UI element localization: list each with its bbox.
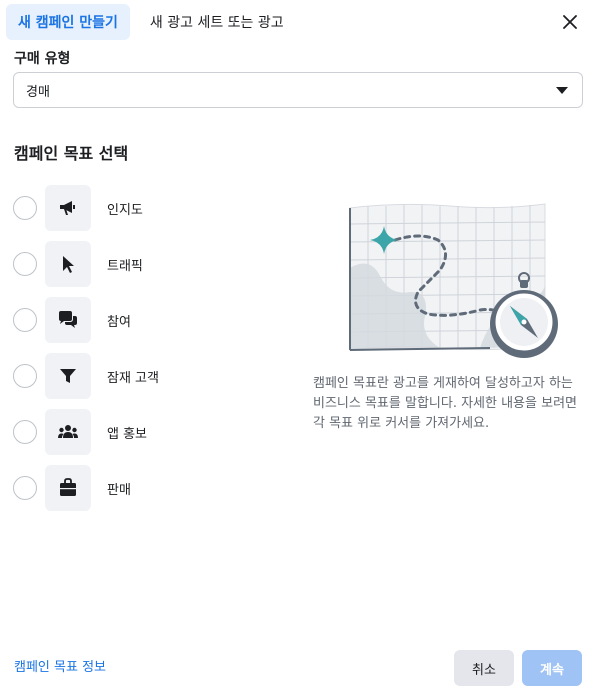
close-icon [563, 15, 577, 29]
objective-label: 앱 홍보 [107, 426, 148, 442]
tab-new-adset-or-ad[interactable]: 새 광고 세트 또는 광고 [138, 4, 296, 40]
objective-awareness[interactable]: 인지도 [12, 180, 292, 236]
objective-label: 참여 [107, 314, 131, 330]
funnel-icon [45, 353, 91, 399]
buying-type-value: 경매 [26, 84, 50, 100]
create-campaign-dialog: 새 캠페인 만들기 새 광고 세트 또는 광고 구매 유형 경매 캠페인 목표 … [0, 0, 596, 693]
objective-sales[interactable]: 판매 [12, 460, 292, 516]
objective-help-text: 캠페인 목표란 광고를 게재하여 달성하고자 하는 비즈니스 목표를 말합니다.… [313, 376, 577, 431]
close-button[interactable] [558, 10, 582, 34]
people-icon [45, 409, 91, 455]
dialog-tabs: 새 캠페인 만들기 새 광고 세트 또는 광고 [6, 3, 296, 40]
radio-button[interactable] [13, 364, 37, 388]
radio-button[interactable] [13, 196, 37, 220]
objective-leads[interactable]: 잠재 고객 [12, 348, 292, 404]
cancel-button[interactable]: 취소 [454, 650, 514, 686]
objective-label: 판매 [107, 482, 131, 498]
continue-button[interactable]: 계속 [522, 650, 582, 686]
shopping-bag-icon [45, 465, 91, 511]
caret-down-icon [556, 87, 568, 94]
objective-label: 인지도 [107, 202, 143, 218]
campaign-objective-info-link[interactable]: 캠페인 목표 정보 [14, 656, 106, 675]
chat-bubbles-icon [45, 297, 91, 343]
objective-list: 인지도 트래픽 참여 잠재 고객 앱 홍보 판매 [12, 180, 292, 516]
objective-engagement[interactable]: 참여 [12, 292, 292, 348]
buying-type-select[interactable]: 경매 [13, 72, 583, 108]
buying-type-label: 구매 유형 [14, 51, 71, 67]
objective-traffic[interactable]: 트래픽 [12, 236, 292, 292]
tab-new-campaign[interactable]: 새 캠페인 만들기 [6, 3, 130, 40]
objective-label: 잠재 고객 [107, 370, 159, 386]
radio-button[interactable] [13, 420, 37, 444]
radio-button[interactable] [13, 308, 37, 332]
radio-button[interactable] [13, 252, 37, 276]
radio-button[interactable] [13, 476, 37, 500]
objective-label: 트래픽 [107, 258, 143, 274]
objective-section-title: 캠페인 목표 선택 [14, 144, 129, 163]
map-compass-illustration [340, 196, 570, 366]
objective-app-promotion[interactable]: 앱 홍보 [12, 404, 292, 460]
megaphone-icon [45, 185, 91, 231]
cursor-icon [45, 241, 91, 287]
